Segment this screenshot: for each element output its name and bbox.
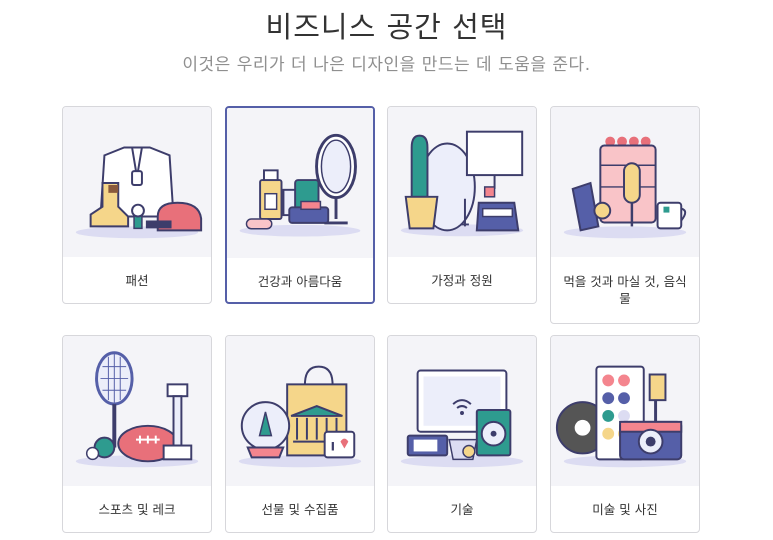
category-card-art-photo[interactable]: 미술 및 사진 [550, 335, 700, 533]
category-label: 가정과 정원 [431, 272, 493, 288]
page-subtitle: 이것은 우리가 더 나은 디자인을 만드는 데 도움을 준다. [182, 55, 591, 75]
category-label: 미술 및 사진 [592, 501, 658, 517]
page-title: 비즈니스 공간 선택 [265, 10, 508, 44]
health-beauty-illustration [227, 108, 373, 258]
category-card-fashion[interactable]: 패션 [62, 106, 212, 304]
category-card-food-drink[interactable]: 먹을 것과 마실 것, 음식물 [550, 106, 700, 324]
fashion-illustration [63, 107, 211, 257]
food-drink-illustration [551, 107, 699, 257]
category-card-sports[interactable]: 스포츠 및 레크 [62, 335, 212, 533]
home-garden-illustration [388, 107, 536, 257]
art-photo-illustration [551, 336, 699, 486]
category-label: 스포츠 및 레크 [98, 501, 176, 517]
category-label: 기술 [450, 501, 474, 517]
gifts-illustration: I [226, 336, 374, 486]
category-card-technology[interactable]: 기술 [387, 335, 537, 533]
technology-illustration [388, 336, 536, 486]
category-card-gifts[interactable]: I 선물 및 수집품 [225, 335, 375, 533]
category-label: 먹을 것과 마실 것, 음식물 [563, 274, 687, 306]
svg-text:I: I [331, 439, 335, 453]
category-card-home-garden[interactable]: 가정과 정원 [387, 106, 537, 304]
category-label: 패션 [125, 272, 149, 288]
category-label: 건강과 아름다움 [257, 273, 343, 289]
sports-illustration [63, 336, 211, 486]
category-card-health-beauty[interactable]: 건강과 아름다움 [225, 106, 375, 304]
category-label: 선물 및 수집품 [261, 501, 339, 517]
